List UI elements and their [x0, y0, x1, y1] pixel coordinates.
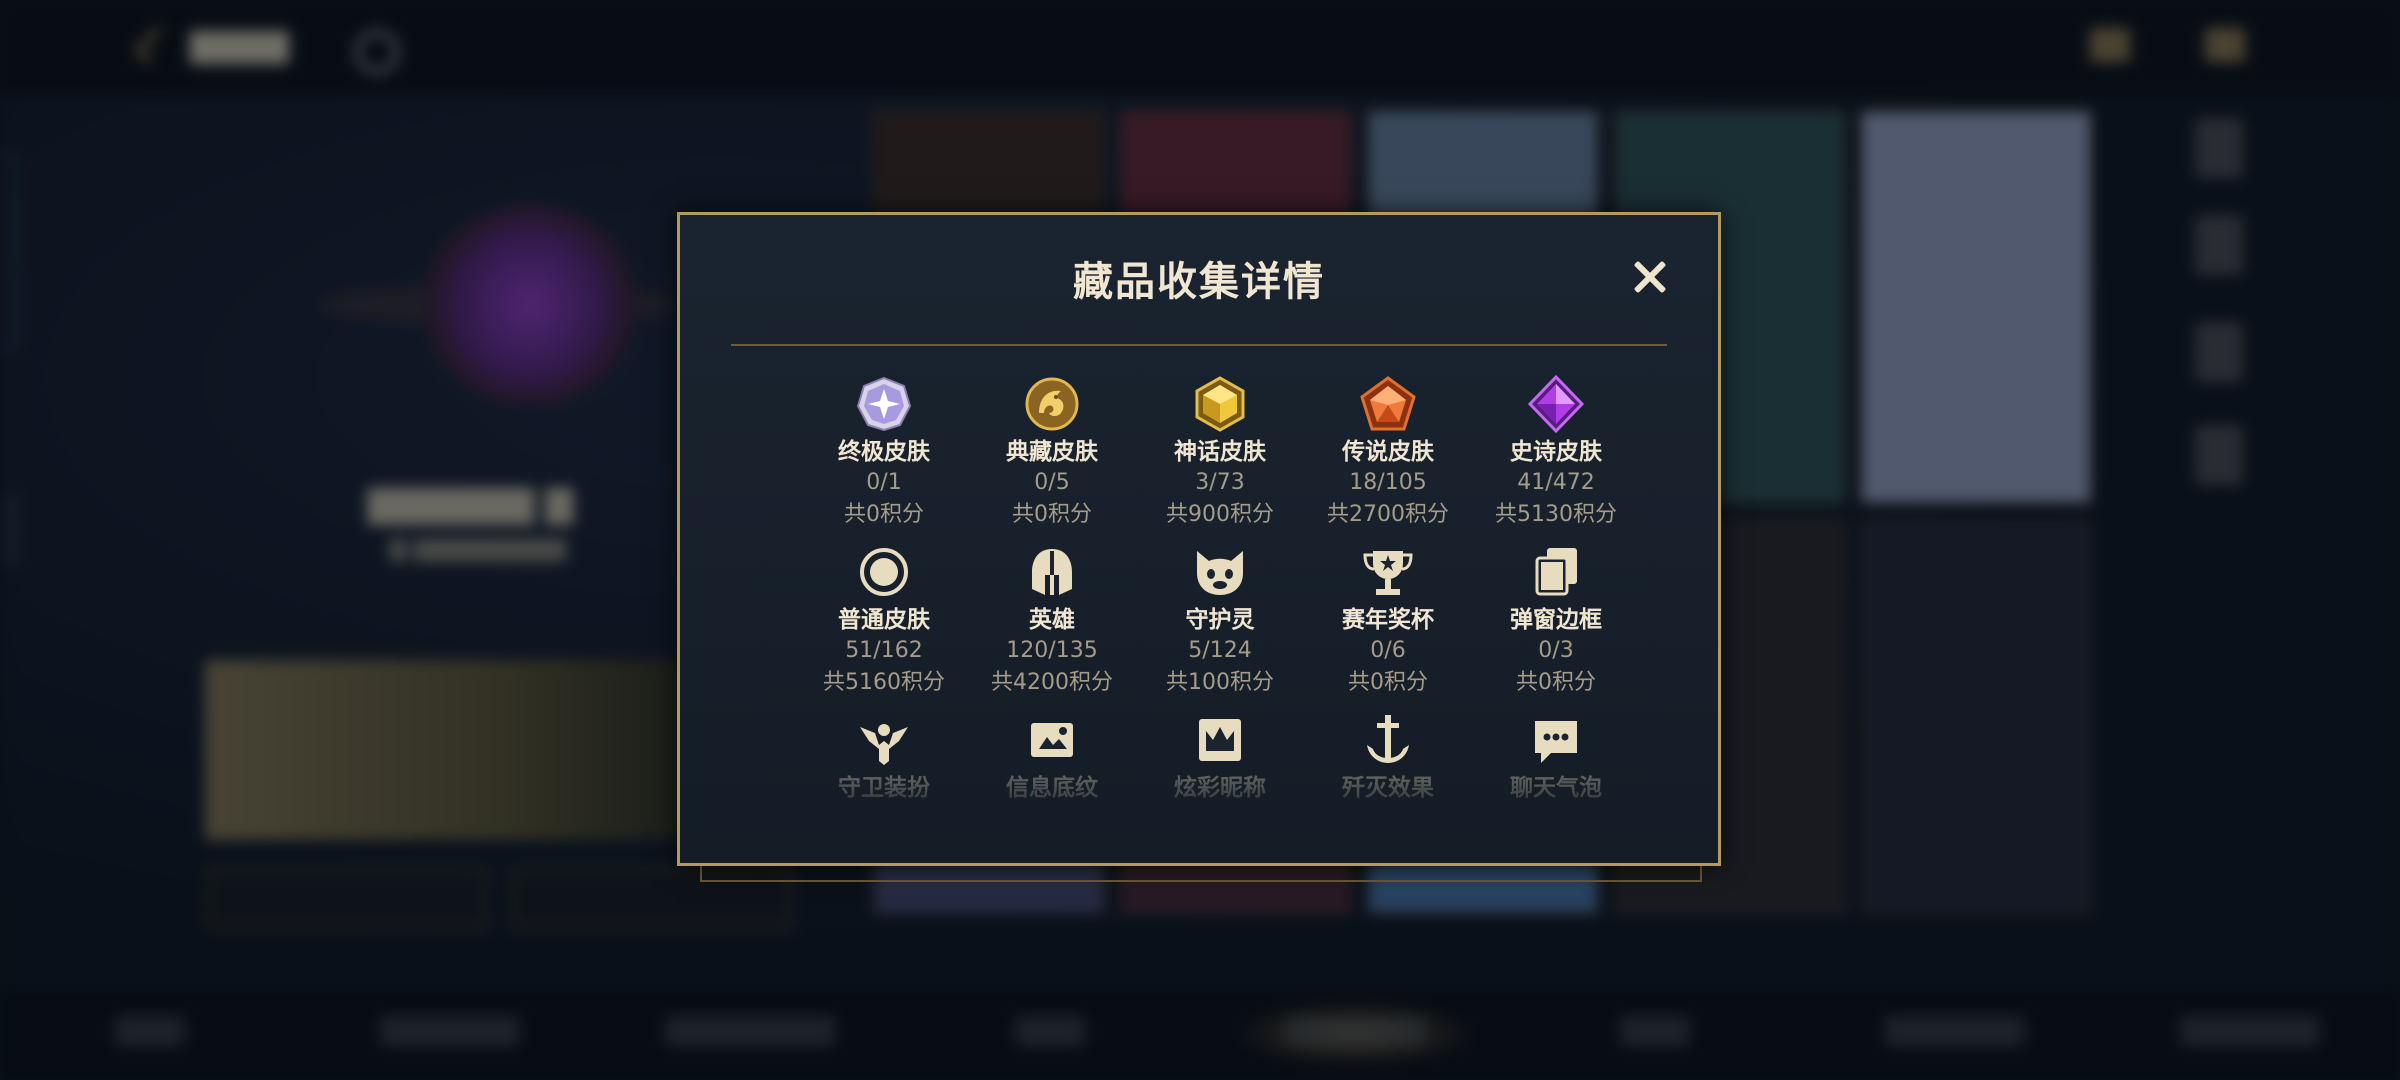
crown-icon [1191, 711, 1249, 769]
category-count: 0/1 [866, 470, 902, 495]
mythic-skin-icon [1191, 375, 1249, 433]
modal-title: 藏品收集详情 [1073, 259, 1325, 305]
collection-row-3: 守卫装扮 信息底纹 炫彩昵称 歼灭效果 聊天气泡 [800, 711, 1640, 821]
ward-icon [855, 711, 913, 769]
standard-skin-icon [855, 543, 913, 601]
category-count: 18/105 [1349, 470, 1427, 495]
category-count: 0/3 [1538, 638, 1574, 663]
category-points: 共4200积分 [991, 670, 1113, 695]
category-label: 弹窗边框 [1510, 607, 1602, 633]
trophy-icon [1359, 543, 1417, 601]
collection-row-2: 普通皮肤 51/162 共5160积分 英雄 120/135 共4200积分 守… [800, 543, 1640, 711]
category-label: 史诗皮肤 [1510, 439, 1602, 465]
category-ultimate-skin[interactable]: 终极皮肤 0/1 共0积分 [800, 375, 968, 543]
category-label: 守卫装扮 [838, 775, 930, 801]
category-count: 0/5 [1034, 470, 1070, 495]
category-points: 共5160积分 [823, 670, 945, 695]
category-points: 共900积分 [1166, 502, 1274, 527]
category-ward-skin[interactable]: 守卫装扮 [800, 711, 968, 821]
category-points: 共2700积分 [1327, 502, 1449, 527]
category-label: 信息底纹 [1006, 775, 1098, 801]
category-chat-bubble[interactable]: 聊天气泡 [1472, 711, 1640, 821]
category-prestige-skin[interactable]: 典藏皮肤 0/5 共0积分 [968, 375, 1136, 543]
category-points: 共0积分 [1516, 670, 1596, 695]
category-popup-frame[interactable]: 弹窗边框 0/3 共0积分 [1472, 543, 1640, 711]
category-info-banner[interactable]: 信息底纹 [968, 711, 1136, 821]
category-count: 3/73 [1195, 470, 1245, 495]
category-count: 51/162 [845, 638, 923, 663]
category-legendary-skin[interactable]: 传说皮肤 18/105 共2700积分 [1304, 375, 1472, 543]
category-label: 神话皮肤 [1174, 439, 1266, 465]
prestige-skin-icon [1023, 375, 1081, 433]
little-legend-icon [1191, 543, 1249, 601]
category-label: 炫彩昵称 [1174, 775, 1266, 801]
category-points: 共0积分 [1348, 670, 1428, 695]
category-annihilation-effect[interactable]: 歼灭效果 [1304, 711, 1472, 821]
legendary-skin-icon [1359, 375, 1417, 433]
category-epic-skin[interactable]: 史诗皮肤 41/472 共5130积分 [1472, 375, 1640, 543]
anchor-sword-icon [1359, 711, 1417, 769]
category-points: 共0积分 [1012, 502, 1092, 527]
category-count: 0/6 [1370, 638, 1406, 663]
category-label: 终极皮肤 [838, 439, 930, 465]
category-label: 聊天气泡 [1510, 775, 1602, 801]
collection-details-modal: 藏品收集详情 终极皮肤 0/1 共0积分 典藏皮肤 0/5 共0积分 神话皮肤 … [677, 212, 1721, 866]
category-label: 赛年奖杯 [1342, 607, 1434, 633]
epic-skin-icon [1527, 375, 1585, 433]
champion-helmet-icon [1023, 543, 1081, 601]
frame-cards-icon [1527, 543, 1585, 601]
category-season-trophy[interactable]: 赛年奖杯 0/6 共0积分 [1304, 543, 1472, 711]
ultimate-skin-icon [855, 375, 913, 433]
category-count: 5/124 [1188, 638, 1252, 663]
title-divider [731, 344, 1667, 346]
category-count: 120/135 [1006, 638, 1098, 663]
category-label: 典藏皮肤 [1006, 439, 1098, 465]
banner-icon [1023, 711, 1081, 769]
category-colorful-nickname[interactable]: 炫彩昵称 [1136, 711, 1304, 821]
category-points: 共5130积分 [1495, 502, 1617, 527]
category-label: 守护灵 [1185, 607, 1255, 633]
category-standard-skin[interactable]: 普通皮肤 51/162 共5160积分 [800, 543, 968, 711]
category-mythic-skin[interactable]: 神话皮肤 3/73 共900积分 [1136, 375, 1304, 543]
collection-row-1: 终极皮肤 0/1 共0积分 典藏皮肤 0/5 共0积分 神话皮肤 3/73 共9… [800, 375, 1640, 543]
close-icon[interactable] [1630, 257, 1670, 297]
category-points: 共0积分 [844, 502, 924, 527]
category-label: 普通皮肤 [838, 607, 930, 633]
category-label: 传说皮肤 [1342, 439, 1434, 465]
category-little-legend[interactable]: 守护灵 5/124 共100积分 [1136, 543, 1304, 711]
category-points: 共100积分 [1166, 670, 1274, 695]
category-count: 41/472 [1517, 470, 1595, 495]
category-label: 英雄 [1029, 607, 1075, 633]
category-champion[interactable]: 英雄 120/135 共4200积分 [968, 543, 1136, 711]
category-label: 歼灭效果 [1342, 775, 1434, 801]
chat-bubble-icon [1527, 711, 1585, 769]
collection-grid: 终极皮肤 0/1 共0积分 典藏皮肤 0/5 共0积分 神话皮肤 3/73 共9… [800, 375, 1640, 821]
